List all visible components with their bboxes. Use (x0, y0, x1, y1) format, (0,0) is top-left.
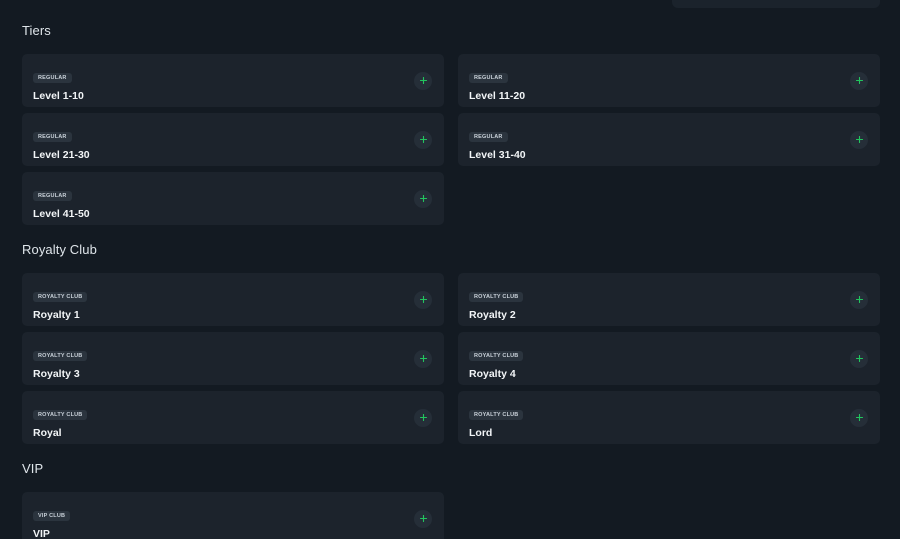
tier-badge: ROYALTY CLUB (33, 410, 88, 420)
section-title-royalty-club: Royalty Club (22, 242, 97, 257)
expand-button[interactable] (414, 71, 432, 90)
vip-card-vip[interactable]: VIP CLUB VIP (22, 492, 444, 539)
tier-badge: ROYALTY CLUB (469, 292, 524, 302)
tier-title: VIP (33, 528, 50, 539)
royalty-card-royalty-4[interactable]: ROYALTY CLUB Royalty 4 (458, 332, 880, 385)
royalty-card-royal[interactable]: ROYALTY CLUB Royal (22, 391, 444, 444)
plus-icon (855, 355, 863, 362)
plus-icon (419, 77, 427, 84)
royalty-card-royalty-2[interactable]: ROYALTY CLUB Royalty 2 (458, 273, 880, 326)
expand-button[interactable] (414, 349, 432, 368)
tier-title: Royalty 1 (33, 309, 80, 321)
tier-title: Level 11-20 (469, 90, 526, 102)
expand-button[interactable] (414, 189, 432, 208)
tier-card-level-31-40[interactable]: REGULAR Level 31-40 (458, 113, 880, 166)
expand-button[interactable] (414, 130, 432, 149)
tier-card-level-11-20[interactable]: REGULAR Level 11-20 (458, 54, 880, 107)
tier-title: Royalty 2 (469, 309, 516, 321)
tier-badge: REGULAR (469, 132, 508, 142)
tiers-grid: REGULAR Level 1-10 REGULAR Level 11-20 R… (22, 54, 880, 225)
royalty-club-grid: ROYALTY CLUB Royalty 1 ROYALTY CLUB Roya… (22, 273, 880, 444)
vip-grid: VIP CLUB VIP (22, 492, 880, 539)
tier-title: Level 21-30 (33, 149, 90, 161)
expand-button[interactable] (850, 71, 868, 90)
plus-icon (855, 414, 863, 421)
plus-icon (419, 515, 427, 522)
plus-icon (855, 77, 863, 84)
tier-title: Royal (33, 427, 62, 439)
tier-badge: ROYALTY CLUB (33, 351, 88, 361)
royalty-card-royalty-3[interactable]: ROYALTY CLUB Royalty 3 (22, 332, 444, 385)
royalty-card-lord[interactable]: ROYALTY CLUB Lord (458, 391, 880, 444)
plus-icon (855, 136, 863, 143)
plus-icon (419, 355, 427, 362)
tier-title: Royalty 4 (469, 368, 516, 380)
tier-badge: ROYALTY CLUB (33, 292, 88, 302)
tier-title: Royalty 3 (33, 368, 80, 380)
expand-button[interactable] (850, 349, 868, 368)
tier-title: Level 41-50 (33, 208, 90, 220)
section-title-tiers: Tiers (22, 23, 51, 38)
tier-card-level-41-50[interactable]: REGULAR Level 41-50 (22, 172, 444, 225)
plus-icon (419, 136, 427, 143)
tier-badge: ROYALTY CLUB (469, 351, 524, 361)
plus-icon (855, 296, 863, 303)
royalty-card-royalty-1[interactable]: ROYALTY CLUB Royalty 1 (22, 273, 444, 326)
tier-badge: REGULAR (33, 132, 72, 142)
page: Tiers REGULAR Level 1-10 REGULAR Level 1… (0, 0, 900, 539)
expand-button[interactable] (850, 130, 868, 149)
tier-card-level-1-10[interactable]: REGULAR Level 1-10 (22, 54, 444, 107)
tier-title: Lord (469, 427, 493, 439)
top-panel-edge (672, 0, 880, 8)
tier-card-level-21-30[interactable]: REGULAR Level 21-30 (22, 113, 444, 166)
expand-button[interactable] (850, 408, 868, 427)
tier-badge: ROYALTY CLUB (469, 410, 524, 420)
tier-badge: VIP CLUB (33, 511, 71, 521)
tier-badge: REGULAR (33, 73, 72, 83)
expand-button[interactable] (414, 408, 432, 427)
tier-title: Level 31-40 (469, 149, 526, 161)
plus-icon (419, 414, 427, 421)
expand-button[interactable] (414, 290, 432, 309)
expand-button[interactable] (414, 509, 432, 528)
expand-button[interactable] (850, 290, 868, 309)
tier-badge: REGULAR (33, 191, 72, 201)
tier-title: Level 1-10 (33, 90, 84, 102)
plus-icon (419, 195, 427, 202)
plus-icon (419, 296, 427, 303)
tier-badge: REGULAR (469, 73, 508, 83)
section-title-vip: VIP (22, 461, 44, 476)
